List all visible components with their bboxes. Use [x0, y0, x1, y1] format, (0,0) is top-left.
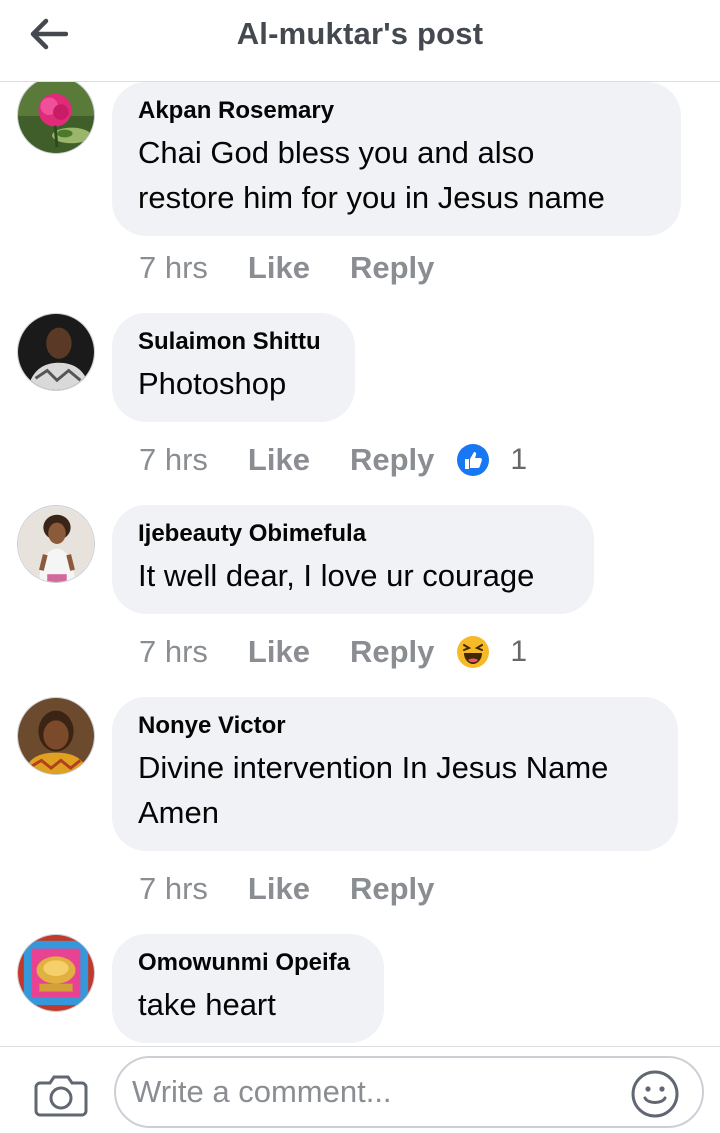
camera-icon: [34, 1075, 88, 1117]
comment-author[interactable]: Omowunmi Opeifa: [138, 948, 358, 978]
comment-actions: 7 hrs Like Reply: [139, 248, 434, 288]
decorative-avatar-image: [18, 935, 94, 1011]
thumbs-up-icon: [457, 444, 490, 476]
comment-actions: 7 hrs Like Reply 1: [139, 632, 527, 672]
reaction-summary[interactable]: 1: [456, 443, 527, 477]
comment-bubble[interactable]: Ijebeauty Obimefula It well dear, I love…: [112, 505, 594, 614]
haha-emoji-icon: [457, 636, 490, 668]
comment-time[interactable]: 7 hrs: [139, 442, 208, 478]
comment-bubble[interactable]: Nonye Victor Divine intervention In Jesu…: [112, 697, 678, 851]
comment-text: Photoshop: [138, 361, 329, 406]
comment-bubble[interactable]: Omowunmi Opeifa take heart: [112, 934, 384, 1043]
comment-bubble[interactable]: Sulaimon Shittu Photoshop: [112, 313, 355, 422]
comment-input[interactable]: [114, 1056, 704, 1128]
camera-button[interactable]: [34, 1073, 88, 1117]
comment-text-line: Divine intervention In Jesus Name: [138, 750, 609, 785]
rose-avatar-image: [18, 77, 94, 153]
person-avatar-image: [18, 698, 94, 774]
reply-button[interactable]: Reply: [350, 250, 434, 286]
comment-text: Divine intervention In Jesus Name Amen: [138, 745, 652, 835]
comment-text: It well dear, I love ur courage: [138, 553, 568, 598]
like-button[interactable]: Like: [248, 250, 310, 286]
comment-bubble[interactable]: Akpan Rosemary Chai God bless you and al…: [112, 82, 681, 236]
avatar[interactable]: [17, 697, 95, 775]
reply-button[interactable]: Reply: [350, 442, 434, 478]
comment-actions: 7 hrs Like Reply: [139, 869, 434, 909]
avatar[interactable]: [17, 505, 95, 583]
comment-text-line: Amen: [138, 795, 219, 830]
comment-text-line: take heart: [138, 987, 276, 1022]
comment-author[interactable]: Ijebeauty Obimefula: [138, 519, 568, 549]
person-avatar-image: [18, 314, 94, 390]
reply-button[interactable]: Reply: [350, 871, 434, 907]
comment-text-line: restore him for you in Jesus name: [138, 180, 605, 215]
emoji-button[interactable]: [630, 1069, 680, 1119]
person-avatar-image: [18, 506, 94, 582]
comment-text-line: It well dear, I love ur courage: [138, 558, 535, 593]
comment-time[interactable]: 7 hrs: [139, 634, 208, 670]
smiley-icon: [631, 1070, 679, 1118]
comment-time[interactable]: 7 hrs: [139, 250, 208, 286]
like-button[interactable]: Like: [248, 634, 310, 670]
comment-text-line: Photoshop: [138, 366, 287, 401]
like-button[interactable]: Like: [248, 442, 310, 478]
avatar[interactable]: [17, 313, 95, 391]
comment-composer: [0, 1046, 720, 1133]
reaction-count: 1: [510, 443, 528, 476]
reply-button[interactable]: Reply: [350, 634, 434, 670]
page-title: Al-muktar's post: [236, 16, 484, 51]
comment-text-line: Chai God bless you and also: [138, 135, 535, 170]
comment-actions: 7 hrs Like Reply 1: [139, 440, 527, 480]
avatar[interactable]: [17, 76, 95, 154]
comment-author[interactable]: Nonye Victor: [138, 711, 652, 741]
like-button[interactable]: Like: [248, 871, 310, 907]
comment-text: take heart: [138, 982, 358, 1027]
post-comments-screen: Al-muktar's post Akpan Rosemary Chai God…: [0, 0, 720, 1133]
avatar[interactable]: [17, 934, 95, 1012]
comment-author[interactable]: Sulaimon Shittu: [138, 327, 329, 357]
reaction-count: 1: [510, 635, 528, 668]
comment-author[interactable]: Akpan Rosemary: [138, 96, 655, 126]
reaction-summary[interactable]: 1: [456, 635, 527, 669]
top-bar: Al-muktar's post: [0, 0, 720, 82]
comment-text: Chai God bless you and also restore him …: [138, 130, 655, 220]
comment-time[interactable]: 7 hrs: [139, 871, 208, 907]
